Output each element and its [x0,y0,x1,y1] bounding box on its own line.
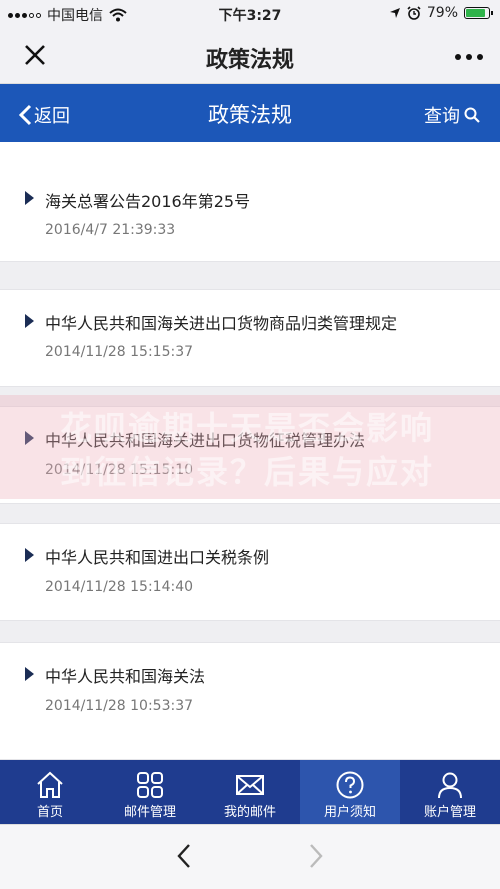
list-item[interactable]: 中华人民共和国海关进出口货物商品归类管理规定 2014/11/28 15:15:… [0,289,500,387]
item-title: 中华人民共和国海关进出口货物征税管理办法 [45,431,366,450]
tab-home[interactable]: 首页 [0,760,100,824]
triangle-right-icon [25,548,34,562]
status-left: 中国电信 [8,5,127,25]
webview-header: 政策法规 [0,28,500,84]
carrier-label: 中国电信 [47,8,103,24]
browser-toolbar [0,824,500,889]
grid-icon [137,772,163,798]
item-title: 海关总署公告2016年第25号 [45,192,251,211]
query-label: 查询 [424,106,460,127]
more-icon [455,54,483,60]
list-item[interactable]: 海关总署公告2016年第25号 2016/4/7 21:39:33 [0,142,500,262]
battery-percent: 79% [426,5,458,21]
item-title: 中华人民共和国海关法 [45,667,206,686]
tab-label: 账户管理 [423,805,476,820]
tab-label: 用户须知 [323,805,376,820]
close-icon [25,45,45,65]
browser-back-button[interactable] [170,841,200,871]
signal-icon [8,12,41,18]
chevron-left-icon [18,104,32,126]
tab-label: 邮件管理 [123,805,176,820]
list-item[interactable]: 中华人民共和国海关进出口货物征税管理办法 2014/11/28 15:15:10 [0,406,500,504]
triangle-right-icon [25,667,34,681]
browser-forward-button[interactable] [300,841,330,871]
triangle-right-icon [25,314,34,328]
tab-label: 首页 [36,805,63,820]
help-icon [336,771,364,799]
back-label: 返回 [34,106,70,127]
tab-label: 我的邮件 [223,805,276,820]
nav-bar: 返回 政策法规 查询 [0,84,500,142]
tab-my-mail[interactable]: 我的邮件 [200,760,300,824]
query-button[interactable]: 查询 [424,102,480,128]
item-time: 2016/4/7 21:39:33 [45,222,176,238]
triangle-right-icon [25,431,34,445]
status-bar: 中国电信 下午3:27 79% [0,0,500,28]
item-time: 2014/11/28 15:15:37 [45,344,194,360]
search-icon [464,107,480,123]
webview-title: 政策法规 [205,48,294,73]
item-title: 中华人民共和国海关进出口货物商品归类管理规定 [45,314,398,333]
item-time: 2014/11/28 15:14:40 [45,579,194,595]
item-time: 2014/11/28 10:53:37 [45,698,194,714]
home-icon [37,771,63,798]
tab-mail-management[interactable]: 邮件管理 [100,760,200,824]
item-title: 中华人民共和国进出口关税条例 [45,548,270,567]
close-button[interactable] [20,40,50,70]
mail-icon [236,775,264,795]
status-right: 79% [389,5,493,21]
list-item[interactable]: 中华人民共和国海关法 2014/11/28 10:53:37 [0,642,500,760]
user-icon [438,772,462,799]
tab-bar: 首页 邮件管理 我的邮件 用户须知 账户管理 [0,760,500,824]
list-item[interactable]: 中华人民共和国进出口关税条例 2014/11/28 15:14:40 [0,523,500,621]
item-time: 2014/11/28 15:15:10 [45,462,194,478]
more-button[interactable] [454,40,484,66]
policy-list: 海关总署公告2016年第25号 2016/4/7 21:39:33 中华人民共和… [0,142,500,760]
tab-user-notice[interactable]: 用户须知 [300,760,400,824]
triangle-right-icon [25,191,34,205]
alarm-icon [407,6,421,20]
battery-icon [464,7,493,19]
back-button[interactable]: 返回 [18,102,70,128]
wifi-icon [109,8,127,22]
tab-account-management[interactable]: 账户管理 [400,760,500,824]
location-icon [389,8,400,18]
